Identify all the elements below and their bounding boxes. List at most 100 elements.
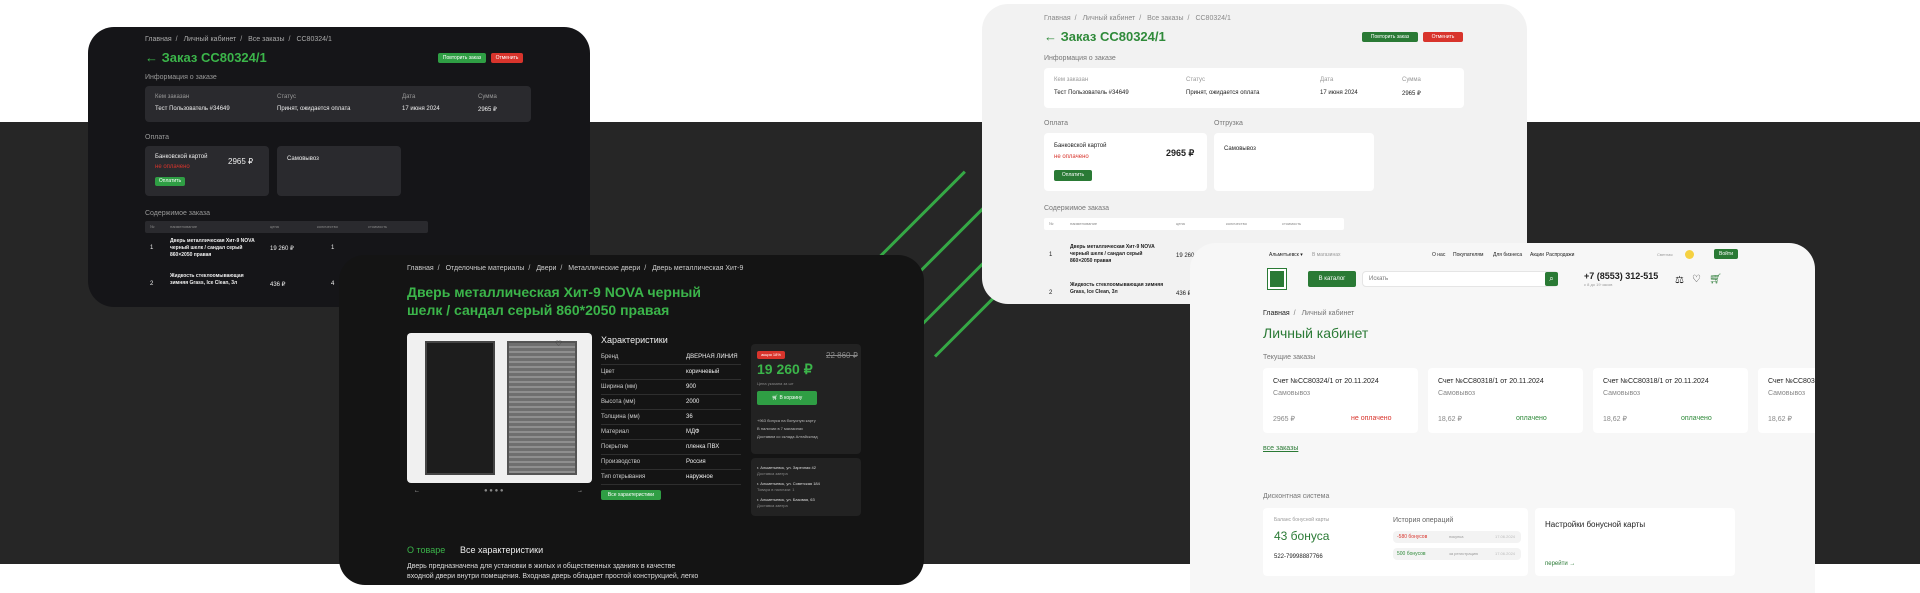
row-name[interactable]: Жидкость стеклоомывающая зимняя Grass, I…	[170, 273, 262, 287]
store-address[interactable]: г. Альметьевск, ул. Базовая, 63	[757, 497, 815, 502]
store-address[interactable]: г. Альметьевск, ул. Заречная 42	[757, 465, 816, 470]
scale-icon[interactable]: ⚖	[1675, 275, 1684, 286]
order-sum: 18,62 ₽	[1603, 416, 1627, 423]
row-qty: 4	[331, 281, 335, 287]
contents-heading: Содержимое заказа	[1044, 205, 1110, 212]
row-number: 1	[1049, 252, 1053, 258]
favorite-icon[interactable]: ♡	[555, 339, 562, 348]
cancel-order-button[interactable]: Отменить	[1423, 32, 1463, 42]
sun-icon[interactable]	[1685, 250, 1694, 259]
all-specs-button[interactable]: Все характеристики	[601, 490, 661, 500]
breadcrumb-item[interactable]: Личный кабинет	[184, 36, 237, 43]
go-link[interactable]: перейти →	[1545, 561, 1575, 567]
pay-button[interactable]: Оплатить	[155, 177, 185, 186]
settings-heading: Настройки бонусной карты	[1545, 520, 1646, 529]
info-label: Сумма	[1402, 77, 1421, 83]
operation-type: за регистрацию	[1449, 551, 1479, 556]
row-number: 2	[1049, 290, 1053, 296]
location-placeholder[interactable]: В магазинах	[1312, 252, 1341, 258]
login-button[interactable]: Войти	[1714, 249, 1738, 259]
operation-row: -580 бонусов покупка 17.06.2024	[1393, 531, 1521, 543]
breadcrumb-item[interactable]: Главная	[1263, 310, 1290, 317]
breadcrumb-item[interactable]: Главная	[407, 265, 434, 272]
info-label: Сумма	[478, 94, 497, 100]
description-line: входной двери внутри помещения. Входная …	[407, 573, 699, 580]
table-header-cell: наименование	[170, 224, 198, 229]
gallery-prev-icon[interactable]: ←	[414, 488, 420, 494]
store-address[interactable]: г. Альметьевск, ул. Советская 184	[757, 481, 820, 486]
breadcrumb-item: Личный кабинет	[1301, 310, 1355, 317]
breadcrumb-item[interactable]: Главная	[1044, 15, 1071, 22]
breadcrumb-item[interactable]: Главная	[145, 36, 172, 43]
all-orders-link[interactable]: все заказы	[1263, 445, 1298, 452]
bonus-value: 43 бонуса	[1274, 529, 1330, 543]
product-title-line: шелк / сандал серый 860*2050 правая	[407, 302, 670, 318]
spec-divider	[601, 379, 741, 380]
info-value: 17 июня 2024	[402, 106, 440, 112]
order-card[interactable]: Счет №СС80318/1 от 20.11.2024 Самовывоз 18…	[1593, 368, 1748, 433]
cancel-order-button[interactable]: Отменить	[491, 53, 523, 63]
breadcrumb-item[interactable]: Двери	[536, 265, 556, 272]
breadcrumb-item[interactable]: Все заказы	[1147, 15, 1183, 22]
payment-method: Банковской картой	[1054, 143, 1107, 149]
heart-icon[interactable]: ♡	[1692, 274, 1701, 285]
cart-icon[interactable]: 🛒︎	[1709, 274, 1722, 285]
info-value: 2965 ₽	[478, 107, 497, 113]
cart-icon: 🛒︎	[771, 395, 779, 401]
breadcrumb-item: СС80324/1	[296, 36, 332, 43]
spec-key: Производство	[601, 459, 641, 465]
repeat-order-button[interactable]: Повторить заказ	[438, 53, 486, 63]
spec-divider	[601, 484, 741, 485]
breadcrumb-item[interactable]: Личный кабинет	[1083, 15, 1136, 22]
spec-value: наружное	[686, 474, 713, 480]
arrow-left-icon[interactable]: ←	[1044, 29, 1057, 44]
row-price: 436 ₽	[270, 282, 286, 288]
gallery-dots[interactable]: ● ● ● ●	[484, 488, 504, 494]
theme-label[interactable]: Светлая	[1657, 252, 1673, 257]
city-select[interactable]: Альметьевск ▾	[1269, 252, 1303, 258]
row-name[interactable]: Дверь металлическая Хит-9 NOVA черный ше…	[170, 238, 262, 259]
payment-method: Банковской картой	[155, 154, 208, 160]
add-to-cart-label: В корзину	[779, 395, 803, 401]
repeat-order-button[interactable]: Повторить заказ	[1362, 32, 1418, 42]
phone[interactable]: +7 (8553) 312-515	[1584, 271, 1658, 281]
info-panel	[145, 86, 531, 122]
row-name[interactable]: Дверь металлическая Хит-9 NOVA черный ше…	[1070, 244, 1166, 265]
spec-divider	[601, 409, 741, 410]
logo[interactable]	[1267, 268, 1287, 290]
tab-about[interactable]: О товаре	[407, 545, 445, 555]
gallery-next-icon[interactable]: →	[577, 488, 583, 494]
phone-hours: с 8 до 19 часов	[1584, 282, 1613, 287]
add-to-cart-button[interactable]: 🛒︎ В корзину	[757, 391, 817, 405]
order-card[interactable]: Счет №СС80318/1 от 20.11.2024 Самовывоз 18…	[1758, 368, 1815, 433]
order-status: не оплачено	[1351, 415, 1392, 422]
price: 19 260 ₽	[757, 361, 813, 377]
pay-button[interactable]: Оплатить	[1054, 170, 1092, 181]
nav-item[interactable]: Акции	[1530, 252, 1544, 258]
row-name[interactable]: Жидкость стеклоомывающая зимняя Grass, I…	[1070, 282, 1166, 296]
search-icon[interactable]: ⌕	[1545, 272, 1558, 286]
nav-item[interactable]: О нас	[1432, 252, 1445, 258]
tab-all-specs[interactable]: Все характеристики	[460, 545, 543, 555]
search-input[interactable]: Искать	[1362, 271, 1558, 287]
nav-item[interactable]: Для бизнеса	[1493, 252, 1522, 258]
breadcrumb-item[interactable]: Отделочные материалы	[446, 265, 525, 272]
breadcrumb-item[interactable]: Металлические двери	[568, 265, 640, 272]
product-card: Главная / Отделочные материалы / Двери / Ме…	[339, 255, 924, 585]
bonus-line: В наличии в 7 магазинах	[757, 426, 804, 431]
nav-item[interactable]: Распродажи	[1546, 252, 1574, 258]
nav-item[interactable]: Покупателям	[1453, 252, 1483, 258]
arrow-left-icon[interactable]: ←	[145, 50, 158, 65]
old-price: 22 860 ₽	[826, 351, 858, 360]
operation-amount: 500 бонусов	[1397, 551, 1426, 557]
spec-key: Покрытие	[601, 444, 629, 450]
order-card[interactable]: Счет №СС80318/1 от 20.11.2024 Самовывоз 18…	[1428, 368, 1583, 433]
order-card[interactable]: Счет №СС80324/1 от 20.11.2024 Самовывоз 29…	[1263, 368, 1418, 433]
info-value: 17 июня 2024	[1320, 90, 1358, 96]
row-qty: 1	[331, 245, 335, 251]
catalog-button[interactable]: В каталог	[1308, 271, 1356, 287]
breadcrumb-item[interactable]: Все заказы	[248, 36, 284, 43]
price-note: Цена указана за шт	[757, 381, 794, 386]
table-header-cell: цена	[1176, 221, 1185, 226]
product-title: Дверь металлическая Хит-9 NOVA черный ше…	[407, 283, 701, 319]
